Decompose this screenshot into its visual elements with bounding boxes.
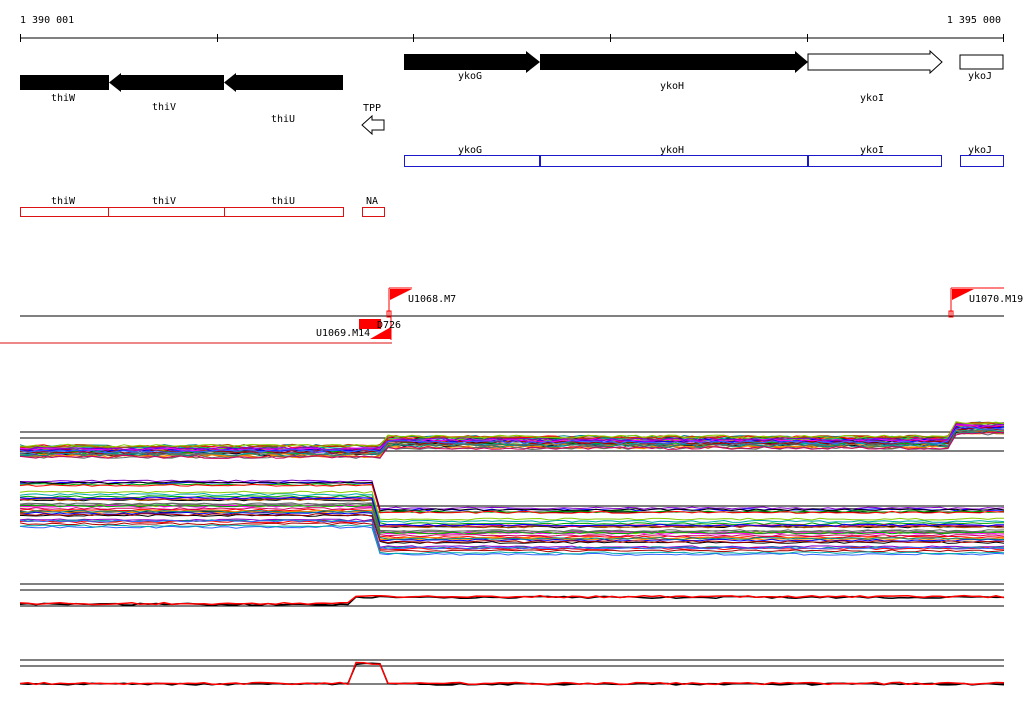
gene-arrow (224, 73, 343, 92)
expression-track-3 (19, 583, 1005, 607)
gene-label: ykoI (860, 93, 884, 104)
gene-ykoJ[interactable]: ykoJ (959, 54, 1004, 82)
gene-track: thiW thiV thiU TPP ykoG ykoH ykoI ykoJ (20, 49, 1004, 136)
gene-ykoG[interactable]: ykoG (404, 51, 540, 82)
gene-arrow (807, 49, 943, 75)
gene-arrow (959, 54, 1004, 70)
genome-browser-view: 1 390 001 1 395 000 thiW thiV thiU TPP y… (0, 0, 1023, 686)
blue-label-ykoH: ykoH (660, 145, 684, 156)
marker-track: U1068.M7 U1070.M19 U1069.M14 D726 (0, 287, 1023, 344)
axis-end-label: 1 395 000 (947, 15, 1001, 26)
gene-label: thiV (152, 102, 176, 113)
gene-TPP[interactable]: TPP (361, 103, 385, 136)
gene-arrow (404, 51, 540, 73)
gene-label: ykoH (660, 81, 684, 92)
gene-arrow (540, 51, 808, 73)
gene-label: TPP (363, 103, 381, 114)
red-box-thiU[interactable] (224, 207, 344, 217)
gene-ykoH[interactable]: ykoH (540, 51, 808, 92)
blue-label-ykoJ: ykoJ (968, 145, 992, 156)
red-box-thiW[interactable] (20, 207, 109, 217)
red-annotation-track: thiW thiV thiU NA (20, 196, 385, 217)
expression-line (19, 662, 1005, 686)
blue-box-ykoI[interactable] (808, 155, 942, 167)
expression-track-1 (19, 421, 1005, 459)
axis-start-label: 1 390 001 (20, 15, 74, 26)
expression-track-4 (19, 659, 1005, 686)
flag-label: U1068.M7 (408, 294, 456, 305)
coordinate-axis: 1 390 001 1 395 000 (20, 15, 1004, 42)
red-box-thiV[interactable] (108, 207, 225, 217)
flag-label: U1070.M19 (969, 294, 1023, 305)
blue-annotation-track: ykoG ykoH ykoI ykoJ (404, 145, 1004, 167)
gene-label: thiU (271, 114, 295, 125)
expression-line (19, 594, 1005, 606)
blue-label-ykoG: ykoG (458, 145, 482, 156)
gene-label: ykoG (458, 71, 482, 82)
blue-box-ykoG[interactable] (404, 155, 540, 167)
blue-box-ykoJ[interactable] (960, 155, 1004, 167)
gene-thiU[interactable]: thiU (224, 73, 343, 125)
flag-label: U1069.M14 (316, 328, 370, 339)
blue-label-ykoI: ykoI (860, 145, 884, 156)
gene-arrow (109, 73, 224, 92)
gene-thiV[interactable]: thiV (109, 73, 224, 113)
gene-thiW[interactable]: thiW (20, 75, 109, 104)
red-label-thiW: thiW (51, 196, 76, 207)
marker-flag-U1070[interactable]: U1070.M19 (948, 287, 1023, 318)
red-label-thiU: thiU (271, 196, 295, 207)
red-label-NA: NA (366, 196, 378, 207)
gene-label: thiW (51, 93, 76, 104)
blue-box-ykoH[interactable] (540, 155, 808, 167)
marker-label-D726: D726 (377, 320, 401, 331)
expression-track-2 (20, 480, 1005, 556)
gene-arrow (361, 114, 385, 136)
gene-label: ykoJ (968, 71, 992, 82)
marker-flag-U1068[interactable]: U1068.M7 (386, 287, 456, 318)
red-box-NA[interactable] (362, 207, 385, 217)
red-label-thiV: thiV (152, 196, 176, 207)
gene-arrow (20, 75, 109, 90)
gene-ykoI[interactable]: ykoI (807, 49, 943, 104)
